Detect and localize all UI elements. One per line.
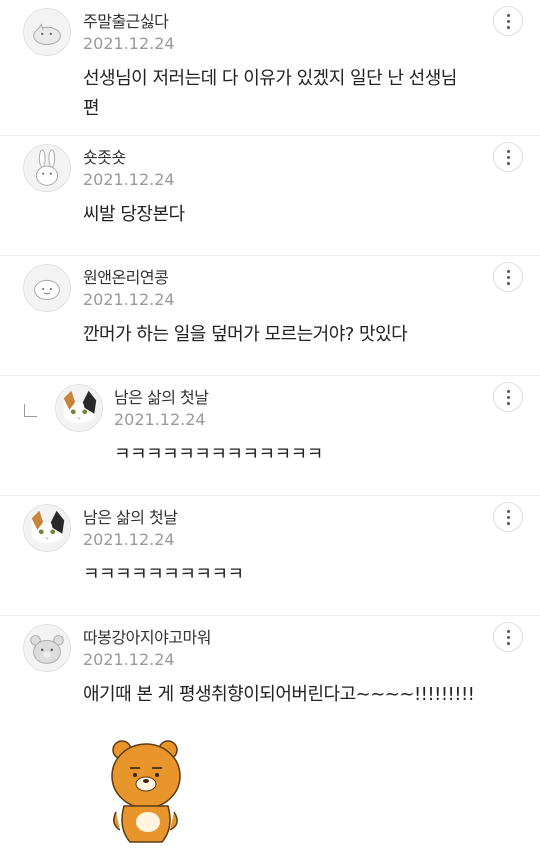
- lion-sticker: [111, 740, 181, 843]
- more-vertical-icon[interactable]: [493, 622, 523, 652]
- comment-nickname[interactable]: 따봉강아지야고마워: [83, 624, 211, 648]
- comment-item: 남은 삶의 첫날 2021.12.24 ㅋㅋㅋㅋㅋㅋㅋㅋㅋㅋ: [0, 496, 540, 616]
- more-vertical-icon[interactable]: [493, 262, 523, 292]
- avatar[interactable]: [23, 144, 71, 192]
- comment-text: ㅋㅋㅋㅋㅋㅋㅋㅋㅋㅋㅋㅋㅋ: [114, 444, 323, 465]
- comment-nickname[interactable]: 숏좃숏: [83, 144, 126, 168]
- more-vertical-icon[interactable]: [493, 6, 523, 36]
- comment-nickname[interactable]: 남은 삶의 첫날: [83, 504, 178, 528]
- comment-date: 2021.12.24: [83, 170, 175, 189]
- comment-date: 2021.12.24: [114, 410, 206, 429]
- comment-date: 2021.12.24: [83, 530, 175, 549]
- more-vertical-icon[interactable]: [493, 142, 523, 172]
- comment-item: 원앤온리연콩 2021.12.24 깐머가 하는 일을 덮머가 모르는거야? 맛…: [0, 256, 540, 376]
- avatar[interactable]: [55, 384, 103, 432]
- avatar[interactable]: [23, 624, 71, 672]
- comment-date: 2021.12.24: [83, 290, 175, 309]
- comment-nickname[interactable]: 원앤온리연콩: [83, 264, 169, 288]
- comment-text-line: 선생님이 저러는데 다 이유가 있겠지 일단 난 선생님: [83, 68, 457, 89]
- comment-text: 선생님이 저러는데 다 이유가 있겠지 일단 난 선생님 편: [83, 64, 457, 124]
- reply-arrow-icon: [24, 404, 37, 417]
- avatar[interactable]: [23, 264, 71, 312]
- avatar[interactable]: [23, 8, 71, 56]
- comment-item: 따봉강아지야고마워 2021.12.24 애기때 본 게 평생취향이되어버린다고…: [0, 616, 540, 853]
- comment-item: 숏좃숏 2021.12.24 씨발 당장본다: [0, 136, 540, 256]
- avatar[interactable]: [23, 504, 71, 552]
- comment-date: 2021.12.24: [83, 650, 175, 669]
- comment-date: 2021.12.24: [83, 34, 175, 53]
- comment-text: ㅋㅋㅋㅋㅋㅋㅋㅋㅋㅋ: [83, 564, 244, 585]
- comment-text: 깐머가 하는 일을 덮머가 모르는거야? 맛있다: [83, 324, 408, 345]
- more-vertical-icon[interactable]: [493, 382, 523, 412]
- reply-comment-item: 남은 삶의 첫날 2021.12.24 ㅋㅋㅋㅋㅋㅋㅋㅋㅋㅋㅋㅋㅋ: [0, 376, 540, 496]
- comment-text: 씨발 당장본다: [83, 204, 185, 225]
- comment-nickname[interactable]: 남은 삶의 첫날: [114, 384, 209, 408]
- comment-nickname[interactable]: 주말출근싫다: [83, 8, 169, 32]
- more-vertical-icon[interactable]: [493, 502, 523, 532]
- comment-item: 주말출근싫다 2021.12.24 선생님이 저러는데 다 이유가 있겠지 일단…: [0, 0, 540, 136]
- comment-text: 애기때 본 게 평생취향이되어버린다고~~~~!!!!!!!!!: [83, 684, 475, 705]
- comment-text-line: 편: [83, 98, 100, 119]
